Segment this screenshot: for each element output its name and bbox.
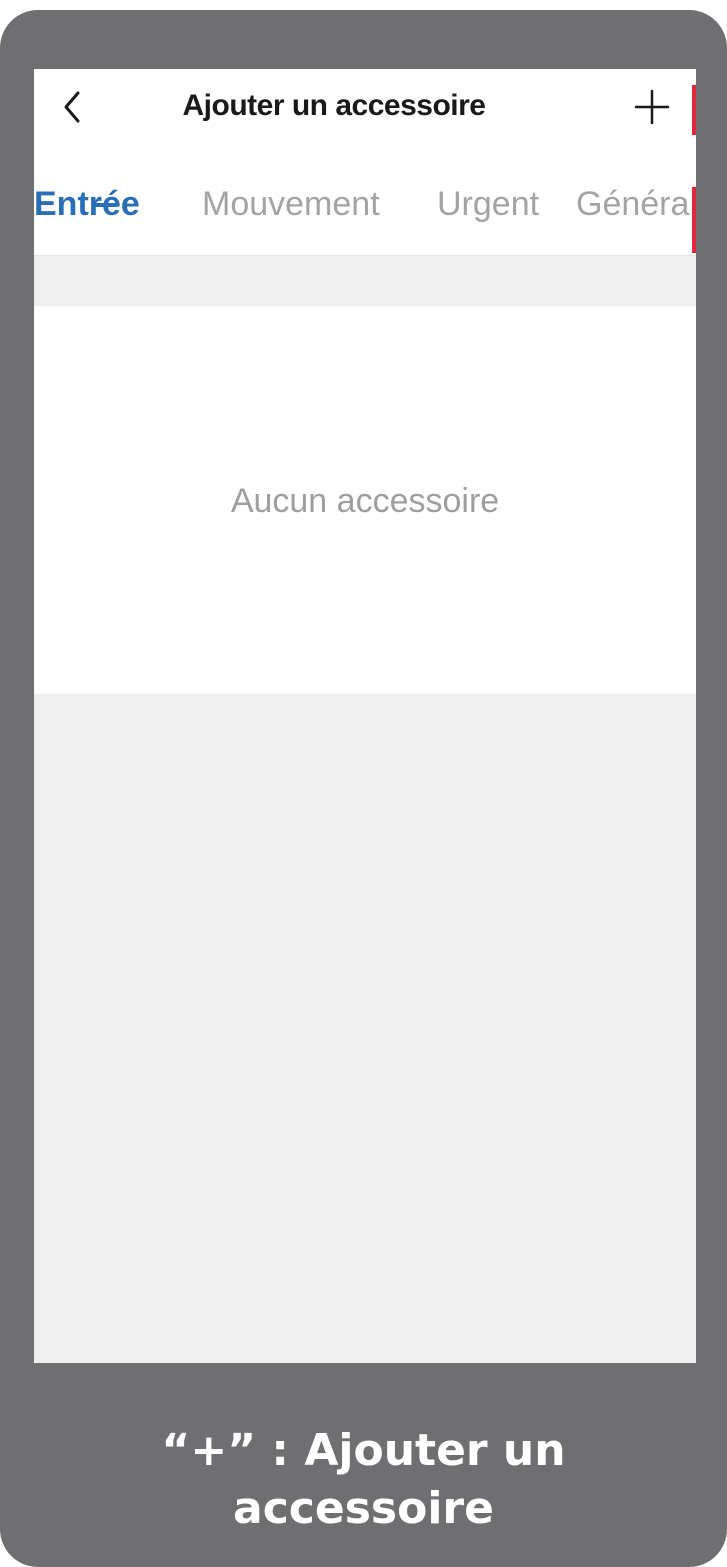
highlight-marker (692, 187, 696, 253)
section-divider (34, 256, 696, 306)
active-tab-indicator (94, 203, 118, 207)
instruction-caption: “+” : Ajouter un accessoire (0, 1422, 727, 1538)
empty-state-message: Aucun accessoire (230, 482, 500, 520)
accessory-list: Aucun accessoire (34, 306, 696, 694)
app-screen: Ajouter un accessoire Entrée Mouvement U… (34, 69, 696, 1363)
phone-frame: Ajouter un accessoire Entrée Mouvement U… (0, 10, 727, 1567)
tab-mouvement[interactable]: Mouvement (202, 185, 380, 224)
add-accessory-button[interactable] (628, 83, 676, 131)
caption-line-2: accessoire (233, 1483, 494, 1534)
tab-entree[interactable]: Entrée (34, 185, 140, 224)
caption-line-1: “+” : Ajouter un (161, 1425, 566, 1476)
highlight-marker (692, 85, 696, 135)
header-bar: Ajouter un accessoire (34, 69, 696, 145)
tab-general[interactable]: Généra (576, 185, 689, 224)
plus-icon (634, 89, 670, 125)
category-tabs: Entrée Mouvement Urgent Généra (34, 145, 696, 256)
tab-urgent[interactable]: Urgent (437, 185, 539, 224)
page-title: Ajouter un accessoire (182, 89, 486, 122)
